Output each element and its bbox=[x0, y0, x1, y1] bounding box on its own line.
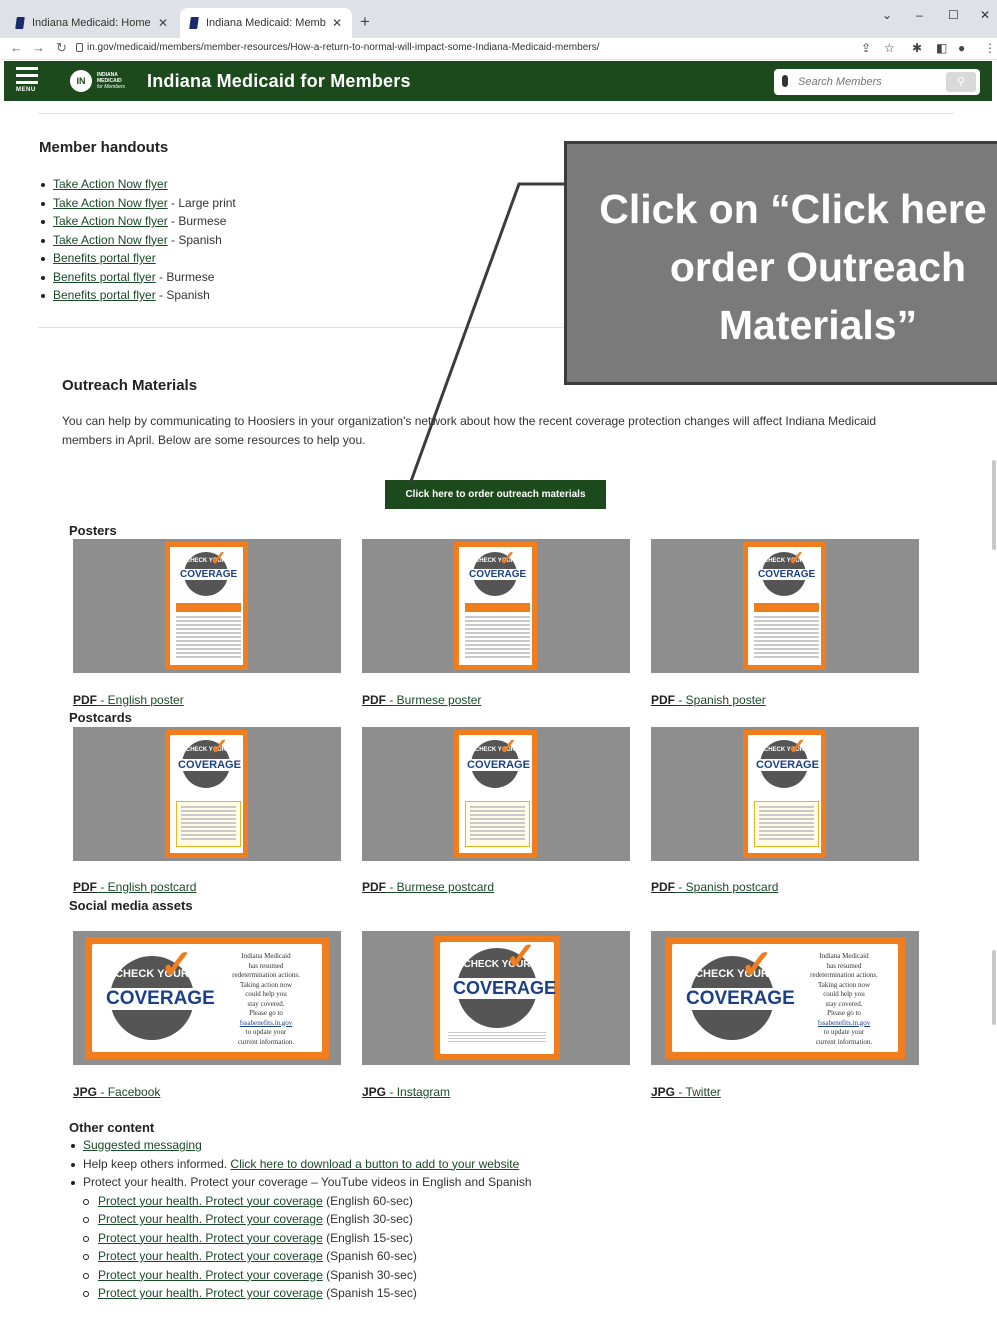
scrollbar-thumb[interactable] bbox=[992, 950, 996, 1025]
annotation-callout-box: Click on “Click here to order Outreach M… bbox=[564, 141, 997, 385]
annotation-callout-text: Click on “Click here to order Outreach M… bbox=[599, 186, 997, 348]
scrollbar-thumb[interactable] bbox=[992, 460, 996, 550]
